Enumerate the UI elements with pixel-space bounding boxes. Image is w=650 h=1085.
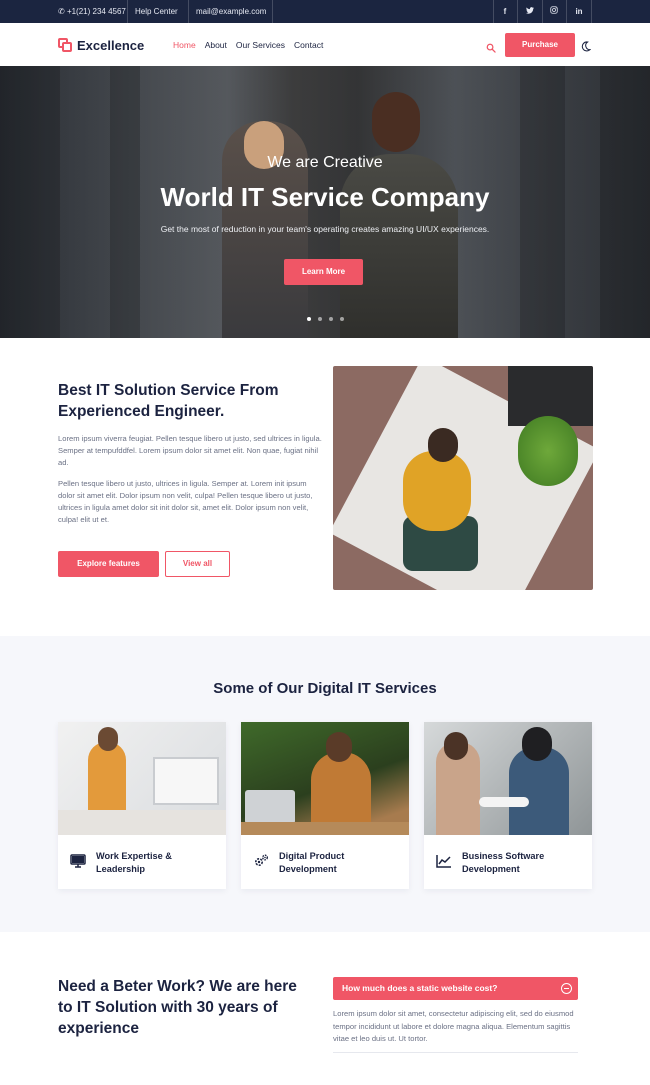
menu-item-contact[interactable]: Contact [294, 40, 323, 50]
service-label: Digital Product Development [279, 851, 345, 874]
phone-link[interactable]: ✆ +1(21) 234 4567 [58, 0, 126, 23]
instagram-icon [550, 0, 558, 23]
view-all-button[interactable]: View all [165, 551, 230, 577]
about-heading: Best IT Solution Service From Experience… [58, 382, 279, 420]
service-card-business-software[interactable]: Business Software Development [424, 722, 592, 889]
divider [272, 0, 273, 23]
brand-name: Excellence [77, 37, 145, 53]
service-label: Business Software Development [462, 851, 545, 874]
slider-dot[interactable] [307, 317, 311, 321]
explore-features-button[interactable]: Explore features [58, 551, 159, 577]
slider-dot[interactable] [329, 317, 333, 321]
menu-item-about[interactable]: About [205, 40, 227, 50]
service-card-digital-product[interactable]: Digital Product Development [241, 722, 409, 889]
service-label: Work Expertise & Leadership [96, 851, 172, 874]
help-center-link[interactable]: Help Center [135, 0, 178, 23]
facebook-link[interactable]: f [493, 0, 517, 23]
search-icon[interactable] [486, 40, 496, 53]
hero-subtitle: Get the most of reduction in your team's… [160, 224, 490, 234]
collapse-icon[interactable] [561, 983, 572, 994]
hero-eyebrow: We are Creative [267, 154, 383, 171]
about-paragraph: Lorem ipsum viverra feugiat. Pellen tesq… [58, 434, 322, 467]
slider-dot[interactable] [318, 317, 322, 321]
main-menu: Home About Our Services Contact [173, 40, 332, 50]
divider [591, 0, 592, 23]
about-image [333, 366, 593, 590]
about-paragraph: Pellen tesque libero ut justo, ultrices … [58, 479, 313, 524]
faq-question: How much does a static website cost? [342, 983, 498, 993]
divider [333, 1052, 578, 1053]
logo-icon [58, 38, 72, 52]
purchase-button[interactable]: Purchase [505, 33, 575, 57]
twitter-icon [526, 0, 534, 23]
main-navbar: Excellence Home About Our Services Conta… [0, 23, 650, 66]
hero-banner: We are Creative World IT Service Company… [0, 66, 650, 338]
brand-logo[interactable]: Excellence [58, 36, 144, 54]
top-bar: ✆ +1(21) 234 4567 Help Center mail@examp… [0, 0, 650, 23]
menu-item-home[interactable]: Home [173, 40, 196, 50]
faq-heading: Need a Beter Work? We are here to IT Sol… [58, 978, 297, 1037]
monitor-icon [70, 853, 86, 869]
linkedin-link[interactable]: in [567, 0, 591, 23]
service-image [424, 722, 592, 835]
chart-line-icon [436, 853, 452, 869]
menu-item-our-services[interactable]: Our Services [236, 40, 285, 50]
slider-dots [307, 317, 351, 321]
slider-dot[interactable] [340, 317, 344, 321]
service-card-work-expertise[interactable]: Work Expertise & Leadership [58, 722, 226, 889]
divider [188, 0, 189, 23]
services-heading: Some of Our Digital IT Services [213, 680, 437, 697]
service-image [241, 722, 409, 835]
hero-title: World IT Service Company [160, 182, 490, 212]
learn-more-button[interactable]: Learn More [284, 259, 363, 285]
email-link[interactable]: mail@example.com [196, 0, 266, 23]
instagram-link[interactable] [542, 0, 566, 23]
facebook-icon: f [503, 7, 507, 16]
divider [127, 0, 128, 23]
phone-icon: ✆ [58, 7, 67, 16]
phone-number: +1(21) 234 4567 [66, 7, 126, 16]
twitter-link[interactable] [518, 0, 542, 23]
faq-answer: Lorem ipsum dolor sit amet, consectetur … [333, 1009, 574, 1043]
gears-icon [253, 853, 269, 869]
service-image [58, 722, 226, 835]
linkedin-icon: in [575, 7, 583, 16]
faq-question-toggle[interactable]: How much does a static website cost? [333, 977, 578, 1000]
dark-mode-toggle-icon[interactable] [580, 39, 592, 52]
